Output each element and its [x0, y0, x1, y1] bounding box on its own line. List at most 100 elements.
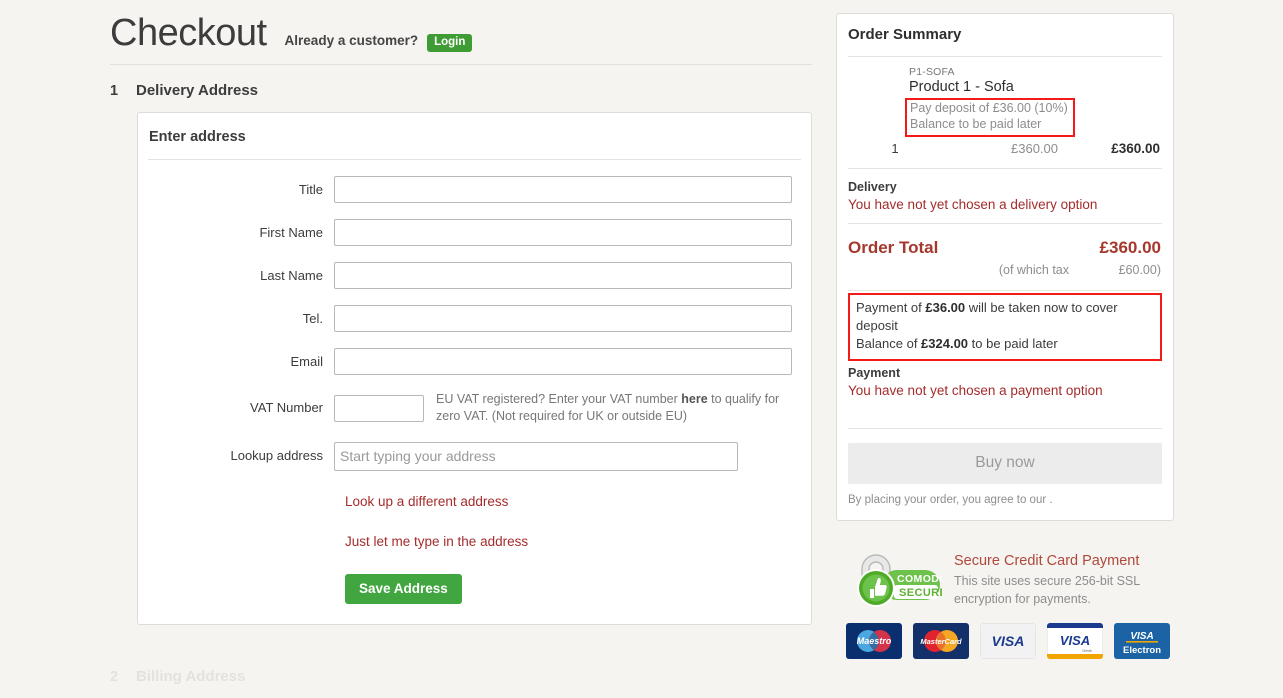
item-sku: P1-SOFA [909, 66, 955, 78]
last-name-input[interactable] [334, 262, 792, 289]
payment-label: Payment [848, 365, 901, 380]
vat-number-label: VAT Number [250, 400, 323, 416]
accepted-card-logos: Maestro MasterCard VISA VISA Debit VISA … [846, 622, 1174, 659]
form-row-lookup-address: Lookup address [138, 426, 811, 471]
payment-highlight-note: Payment of £36.00 will be taken now to c… [848, 292, 1162, 361]
payment-notice-2-amount: £324.00 [921, 336, 969, 352]
payment-notice-1-before: Payment of [856, 299, 926, 315]
manual-address-row: Just let me type in the address [138, 511, 811, 551]
secure-payment-area: COMODO SECURE Secure Credit Card Payment… [836, 549, 1174, 659]
secure-payment-title: Secure Credit Card Payment [954, 552, 1140, 569]
svg-text:VISA: VISA [992, 633, 1025, 649]
deposit-highlight-note: Pay deposit of £36.00 (10%) Balance to b… [905, 98, 1075, 137]
delivery-label: Delivery [848, 179, 897, 194]
form-row-last-name: Last Name [138, 246, 811, 289]
page-title: Checkout [110, 12, 267, 54]
tax-amount: £60.00) [1118, 262, 1161, 277]
secure-payment-header: COMODO SECURE Secure Credit Card Payment… [846, 549, 1174, 609]
comodo-secure-badge-icon: COMODO SECURE [857, 554, 942, 607]
svg-text:Electron: Electron [1123, 645, 1161, 656]
svg-text:Maestro: Maestro [857, 636, 892, 646]
order-summary-title: Order Summary [848, 26, 962, 43]
svg-text:VISA: VISA [1060, 633, 1090, 648]
form-row-tel: Tel. [138, 289, 811, 332]
lookup-different-address-row: Look up a different address [138, 471, 811, 511]
order-total-row: Order Total £360.00 [848, 224, 1162, 258]
enter-address-title: Enter address [149, 129, 246, 145]
email-input[interactable] [334, 348, 792, 375]
summary-divider-buy [848, 427, 1162, 429]
step-title: Billing Address [136, 667, 246, 685]
first-name-input[interactable] [334, 219, 792, 246]
payment-notice-1-amount: £36.00 [925, 299, 966, 315]
secure-payment-subtitle: This site uses secure 256-bit SSL encryp… [954, 574, 1140, 606]
item-line-total: £360.00 [1111, 140, 1160, 156]
vat-number-input[interactable] [334, 394, 424, 422]
order-total-label: Order Total [848, 237, 939, 257]
order-total-amount: £360.00 [1099, 237, 1161, 257]
item-figures-row: 1 £360.00 £360.00 [848, 141, 1162, 156]
step-number: 1 [110, 83, 119, 99]
vat-help-before: EU VAT registered? Enter your VAT number [436, 392, 682, 406]
secure-payment-text: Secure Credit Card Payment This site use… [954, 549, 1174, 608]
maestro-card-icon: Maestro [846, 622, 902, 659]
payment-notice-2-before: Balance of [856, 336, 922, 352]
form-row-email: Email [138, 332, 811, 375]
order-summary-panel: Order Summary P1-SOFA Product 1 - Sofa P… [836, 13, 1174, 521]
title-label: Title [298, 181, 323, 197]
mastercard-card-icon: MasterCard [913, 622, 969, 659]
summary-divider-total [848, 289, 1162, 291]
visa-debit-card-icon: VISA Debit [1047, 622, 1103, 659]
tel-label: Tel. [302, 310, 323, 326]
title-input[interactable] [334, 176, 792, 203]
lookup-address-input[interactable] [334, 441, 738, 471]
item-unit-price: £360.00 [1011, 140, 1058, 156]
svg-text:MasterCard: MasterCard [920, 637, 962, 646]
order-line-items: P1-SOFA Product 1 - Sofa Pay deposit of … [848, 57, 1162, 156]
login-button[interactable]: Login [427, 34, 473, 52]
payment-block: Payment You have not yet chosen a paymen… [848, 361, 1162, 398]
lookup-address-label: Lookup address [230, 448, 323, 464]
deposit-line-2: Balance to be paid later [910, 116, 1042, 131]
payment-value[interactable]: You have not yet chosen a payment option [848, 383, 1162, 398]
visa-card-icon: VISA [980, 622, 1036, 659]
vat-help-text: EU VAT registered? Enter your VAT number… [436, 391, 788, 426]
last-name-label: Last Name [260, 267, 323, 283]
item-name: Product 1 - Sofa [909, 79, 1014, 95]
checkout-sidebar: Order Summary P1-SOFA Product 1 - Sofa P… [836, 13, 1174, 659]
already-customer-label: Already a customer? [284, 33, 419, 48]
deposit-line-1: Pay deposit of £36.00 (10%) [910, 101, 1068, 115]
step-header-delivery-address: 1 Delivery Address [110, 65, 812, 112]
first-name-label: First Name [259, 224, 323, 240]
tax-label: (of which tax [998, 262, 1069, 277]
payment-notice-2-after: to be paid later [968, 336, 1058, 352]
terms-note: By placing your order, you agree to our … [848, 493, 1053, 506]
buy-now-button[interactable]: Buy now [848, 442, 1162, 484]
comodo-text: COMODO [897, 573, 942, 585]
look-up-different-address-link[interactable]: Look up a different address [345, 494, 508, 509]
svg-text:Debit: Debit [1082, 648, 1092, 653]
buy-now-wrapper: Buy now By placing your order, you agree… [848, 398, 1162, 506]
form-row-title: Title [138, 160, 811, 203]
delivery-value[interactable]: You have not yet chosen a delivery optio… [848, 197, 1162, 212]
page-header: Checkout Already a customer? Login [110, 0, 812, 64]
save-address-button[interactable]: Save Address [345, 573, 462, 604]
delivery-block: Delivery You have not yet chosen a deliv… [848, 169, 1162, 223]
address-form-panel: Enter address Title First Name Last Name… [137, 112, 812, 625]
secure-text-glyph: SECURE [899, 587, 942, 599]
svg-text:VISA: VISA [1130, 631, 1153, 642]
order-tax-row: (of which tax £60.00) [848, 258, 1162, 290]
step-title: Delivery Address [136, 82, 259, 99]
step-header-billing-address[interactable]: 2 Billing Address [110, 651, 812, 698]
payment-notice-line-2: Balance of £324.00 to be paid later [856, 335, 1154, 353]
payment-notice-line-1: Payment of £36.00 will be taken now to c… [856, 299, 1154, 336]
order-line-item: P1-SOFA Product 1 - Sofa Pay deposit of … [848, 66, 1162, 156]
vat-help-link[interactable]: here [681, 392, 707, 406]
checkout-main-column: Checkout Already a customer? Login 1 Del… [110, 0, 812, 698]
email-label: Email [290, 353, 323, 369]
visa-electron-card-icon: VISA Electron [1114, 622, 1170, 659]
type-in-address-link[interactable]: Just let me type in the address [345, 534, 528, 549]
form-row-vat-number: VAT Number EU VAT registered? Enter your… [138, 375, 811, 426]
tel-input[interactable] [334, 305, 792, 332]
form-row-first-name: First Name [138, 203, 811, 246]
